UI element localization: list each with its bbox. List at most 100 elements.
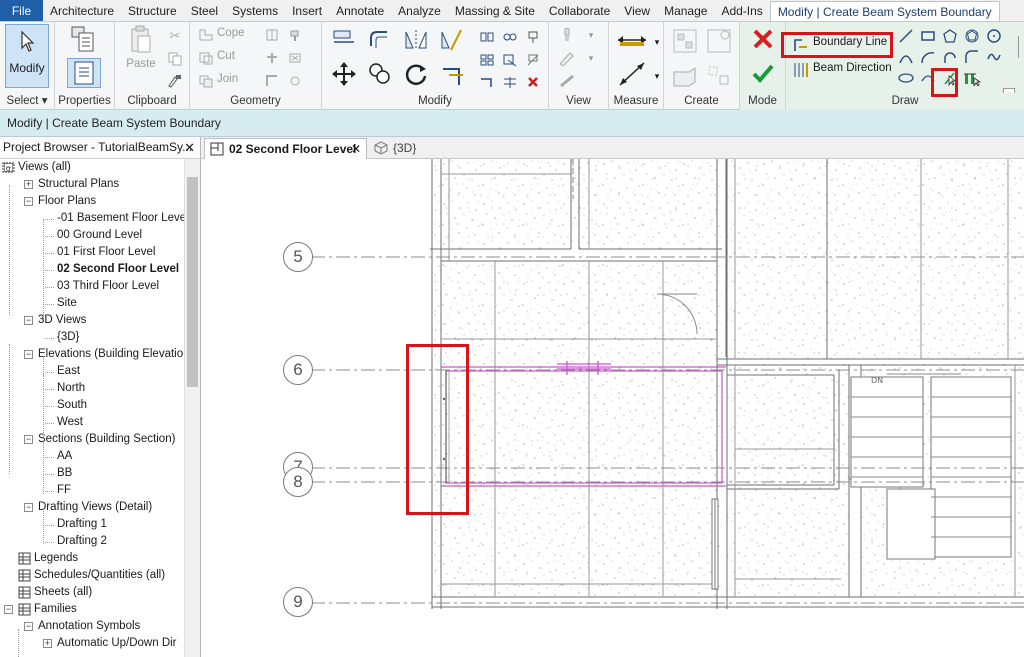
grid-bubble-8[interactable]: 8: [283, 467, 313, 497]
project-browser-scrollbar[interactable]: [184, 159, 200, 657]
create-parts-icon[interactable]: [704, 26, 734, 56]
select-panel-title[interactable]: Select ▾: [0, 93, 54, 109]
inscribed-polygon-tool-icon[interactable]: [940, 26, 960, 46]
properties-button[interactable]: [67, 58, 101, 88]
array-icon[interactable]: [477, 50, 497, 70]
rotate-icon[interactable]: [402, 60, 430, 88]
aligned-dimension-icon[interactable]: [615, 60, 649, 88]
hide-in-view-icon[interactable]: [557, 25, 577, 45]
offset-icon[interactable]: [366, 26, 394, 54]
tree-node-structural-plans[interactable]: Structural Plans: [38, 176, 119, 193]
tab-structure[interactable]: Structure: [121, 0, 184, 21]
rectangle-tool-icon[interactable]: [918, 26, 938, 46]
pick-supports-icon[interactable]: [962, 68, 982, 88]
view-tab-3d[interactable]: {3D}: [369, 138, 429, 159]
circumscribed-polygon-tool-icon[interactable]: [962, 26, 982, 46]
unpin-icon[interactable]: [523, 50, 543, 70]
split-element-icon[interactable]: [477, 27, 497, 47]
tree-node-elevation-south[interactable]: South: [57, 397, 87, 414]
tangent-end-arc-icon[interactable]: [940, 47, 960, 67]
tab-architecture[interactable]: Architecture: [43, 0, 121, 21]
grid-bubble-9[interactable]: 9: [283, 587, 313, 617]
tab-insert[interactable]: Insert: [285, 0, 329, 21]
grid-bubble-6[interactable]: 6: [283, 355, 313, 385]
tab-manage[interactable]: Manage: [657, 0, 714, 21]
close-icon[interactable]: ✕: [351, 139, 361, 159]
override-dropdown-icon[interactable]: ▾: [581, 48, 601, 68]
cut-label[interactable]: Cut: [217, 50, 235, 62]
grid-bubble-5[interactable]: 5: [283, 242, 313, 272]
tree-node-automatic-up-down-dir[interactable]: Automatic Up/Down Dir: [57, 635, 177, 652]
tree-node-elevation-east[interactable]: East: [57, 363, 80, 380]
align-icon[interactable]: [330, 26, 358, 54]
tree-node-elevation-north[interactable]: North: [57, 380, 85, 397]
tree-node-elevations[interactable]: Elevations (Building Elevatio: [38, 346, 183, 363]
tree-node-sections[interactable]: Sections (Building Section): [38, 431, 175, 448]
tree-node-site[interactable]: Site: [57, 295, 77, 312]
tree-node-drafting-1[interactable]: Drafting 1: [57, 516, 107, 533]
cope-icon[interactable]: [196, 25, 216, 45]
collapse-icon[interactable]: −: [24, 197, 33, 206]
measure-between-references-icon[interactable]: [615, 28, 649, 52]
tree-node-legends[interactable]: Legends: [34, 550, 78, 567]
create-similar-icon[interactable]: [704, 62, 734, 90]
spline-tool-icon[interactable]: [984, 47, 1004, 67]
tree-node-second-floor-level[interactable]: 02 Second Floor Level: [57, 261, 179, 278]
split-with-gap-icon[interactable]: [500, 27, 520, 47]
tab-collaborate[interactable]: Collaborate: [542, 0, 617, 21]
collapse-icon[interactable]: −: [24, 316, 33, 325]
mirror-pick-axis-icon[interactable]: [402, 26, 430, 54]
tab-steel[interactable]: Steel: [184, 0, 225, 21]
tree-node-families[interactable]: Families: [34, 601, 77, 618]
collapse-icon[interactable]: −: [24, 622, 33, 631]
tree-node-ground-level[interactable]: 00 Ground Level: [57, 227, 142, 244]
trim-extend-corner-icon[interactable]: [438, 60, 466, 88]
drawing-canvas[interactable]: DN 5 6 7 8 9: [201, 159, 1024, 657]
scrollbar-thumb[interactable]: [187, 177, 198, 387]
cancel-edit-mode-button[interactable]: [750, 26, 776, 52]
split-face-icon[interactable]: [262, 25, 282, 45]
modify-button[interactable]: Modify: [5, 24, 49, 88]
copy-to-clipboard-icon[interactable]: [165, 49, 185, 69]
wall-dims-icon[interactable]: [285, 71, 305, 91]
tab-annotate[interactable]: Annotate: [329, 0, 391, 21]
tree-node-drafting-views[interactable]: Drafting Views (Detail): [38, 499, 152, 516]
fillet-arc-icon[interactable]: [962, 47, 982, 67]
tree-node-first-floor-level[interactable]: 01 First Floor Level: [57, 244, 155, 261]
tree-node-sheets[interactable]: Sheets (all): [34, 584, 92, 601]
expand-icon[interactable]: +: [24, 180, 33, 189]
tab-add-ins[interactable]: Add-Ins: [714, 0, 769, 21]
type-properties-button[interactable]: [67, 25, 101, 53]
tab-view[interactable]: View: [617, 0, 657, 21]
tree-node-schedules[interactable]: Schedules/Quantities (all): [34, 567, 165, 584]
tab-modify-create-beam-system-boundary[interactable]: Modify | Create Beam System Boundary: [769, 1, 1000, 21]
beam-join-icon[interactable]: [262, 71, 282, 91]
circle-tool-icon[interactable]: [984, 26, 1004, 46]
trim-extend-multiple-icon[interactable]: [500, 72, 520, 92]
create-group-icon[interactable]: [670, 62, 700, 90]
pin-icon[interactable]: [523, 27, 543, 47]
join-label[interactable]: Join: [217, 73, 238, 85]
tree-node-elevation-west[interactable]: West: [57, 414, 83, 431]
tab-massing-site[interactable]: Massing & Site: [448, 0, 542, 21]
paint-icon[interactable]: [285, 25, 305, 45]
match-properties-icon[interactable]: [165, 71, 185, 91]
tree-node-third-floor-level[interactable]: 03 Third Floor Level: [57, 278, 159, 295]
linework-icon[interactable]: [557, 71, 577, 91]
line-tool-icon[interactable]: [896, 26, 916, 46]
collapse-icon[interactable]: −: [24, 435, 33, 444]
finish-edit-mode-button[interactable]: [750, 60, 776, 86]
ellipse-tool-icon[interactable]: [896, 68, 916, 88]
tree-node-section-aa[interactable]: AA: [57, 448, 72, 465]
mirror-draw-axis-icon[interactable]: [438, 26, 466, 54]
cope-label[interactable]: Cope: [217, 27, 245, 39]
wall-joins-icon[interactable]: [262, 48, 282, 68]
tab-analyze[interactable]: Analyze: [391, 0, 448, 21]
tree-node-3d-view[interactable]: {3D}: [57, 329, 79, 346]
copy-icon[interactable]: [366, 60, 394, 88]
delete-icon[interactable]: [523, 72, 543, 92]
tree-node-section-bb[interactable]: BB: [57, 465, 72, 482]
move-icon[interactable]: [330, 60, 358, 88]
expand-icon[interactable]: +: [43, 639, 52, 648]
scale-icon[interactable]: [500, 50, 520, 70]
